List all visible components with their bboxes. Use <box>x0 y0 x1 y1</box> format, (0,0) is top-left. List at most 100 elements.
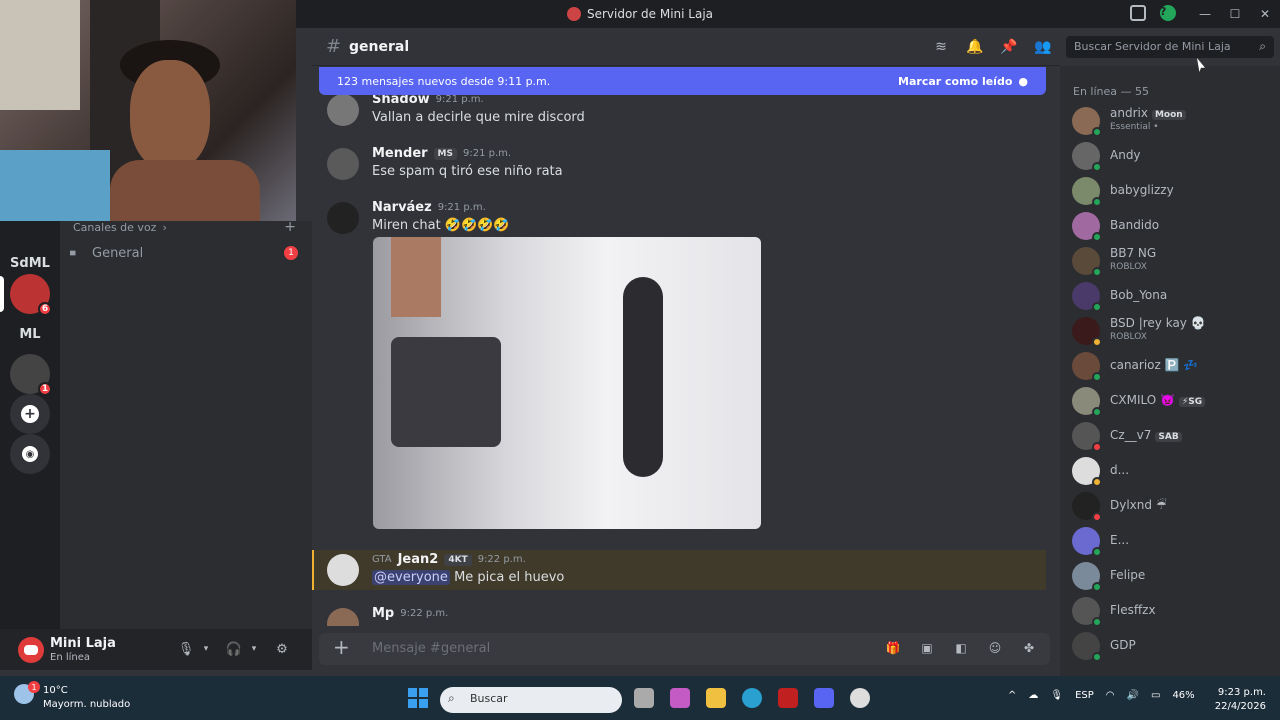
weather-badge: 1 <box>28 681 40 693</box>
bell-icon[interactable]: 🔔 <box>966 38 984 56</box>
message-author[interactable]: GTA Jean2 4KT 9:22 p.m. <box>372 552 526 567</box>
member-item[interactable]: BB7 NG ROBLOX <box>1072 245 1272 279</box>
gift-icon[interactable]: 🎁 <box>884 639 902 657</box>
headphones-icon[interactable]: 🎧 <box>226 641 242 657</box>
server-voice[interactable]: 1 <box>10 354 52 396</box>
status-dot <box>1092 197 1102 207</box>
help-icon[interactable]: ? <box>1160 5 1176 21</box>
message-author[interactable]: Narváez 9:21 p.m. <box>372 200 486 215</box>
start-button[interactable] <box>408 688 428 708</box>
avatar[interactable] <box>327 608 359 626</box>
role-tag: 4KT <box>444 553 472 566</box>
battery-icon[interactable]: ▭ <box>1151 690 1160 701</box>
taskbar-search[interactable]: ⌕ Buscar <box>440 687 622 713</box>
volume-icon[interactable]: 🔊 <box>1127 690 1139 701</box>
channel-list: Canales de voz › + General 1 <box>60 219 312 629</box>
server-list: SdML 6 ML 1 + ◉ <box>0 221 60 629</box>
emoji-icon[interactable]: ☺ <box>986 639 1004 657</box>
edge-icon[interactable] <box>742 688 762 708</box>
hash-icon: # <box>326 36 342 57</box>
role-tag: MS <box>433 147 457 160</box>
message-author[interactable]: Mender MS 9:21 p.m. <box>372 146 511 161</box>
avatar[interactable] <box>327 148 359 180</box>
avatar[interactable] <box>327 202 359 234</box>
status-dot <box>1092 547 1102 557</box>
status-dot <box>1092 582 1102 592</box>
member-item[interactable]: d... <box>1072 455 1272 489</box>
member-item[interactable]: CXMILO 👿 ⚡SG <box>1072 385 1272 419</box>
member-item[interactable]: GDP <box>1072 630 1272 664</box>
add-attachment-icon[interactable]: + <box>333 637 353 658</box>
message-time: 9:22 p.m. <box>477 554 526 565</box>
language[interactable]: ESP <box>1075 690 1094 701</box>
member-item[interactable]: Flesffzx <box>1072 595 1272 629</box>
message-image[interactable] <box>373 237 761 529</box>
pin-icon[interactable]: 📌 <box>1000 38 1018 56</box>
members-icon[interactable]: 👥 <box>1034 38 1052 56</box>
message-input[interactable]: + Mensaje #general 🎁 ▣ ◧ ☺ ✤ <box>319 633 1050 665</box>
gif-icon[interactable]: ▣ <box>918 639 936 657</box>
member-item[interactable]: Bandido <box>1072 210 1272 244</box>
discord-icon[interactable] <box>814 688 834 708</box>
sticker-icon[interactable]: ◧ <box>952 639 970 657</box>
unread-badge: 1 <box>284 246 298 260</box>
chrome-icon[interactable] <box>850 688 870 708</box>
wifi-icon[interactable]: ◠ <box>1106 690 1115 701</box>
window-controls: — ☐ ✕ <box>1190 0 1280 28</box>
message-body: Me pica el huevo <box>454 570 565 585</box>
author-name: Mender <box>372 146 428 161</box>
message-time: 9:21 p.m. <box>437 202 486 213</box>
member-item[interactable]: Dylxnd ☔ <box>1072 490 1272 524</box>
message-text: Vallan a decirle que mire discord <box>372 110 585 125</box>
add-server-button[interactable]: + <box>10 394 50 434</box>
message-author[interactable]: Mp 9:22 p.m. <box>372 606 448 621</box>
selected-server-pill <box>0 276 4 312</box>
microphone-icon[interactable]: 🎙 <box>1050 690 1063 701</box>
clock[interactable]: 9:23 p.m. 22/4/2026 <box>1215 686 1266 714</box>
chevron-up-icon[interactable]: ^ <box>1008 690 1016 701</box>
member-item[interactable]: Cz__v7 SAB <box>1072 420 1272 454</box>
add-channel-icon[interactable]: + <box>284 219 296 235</box>
server-mini-laja[interactable]: 6 <box>10 274 52 316</box>
task-view-icon[interactable] <box>634 688 654 708</box>
minimize-icon[interactable]: — <box>1190 0 1220 28</box>
gear-icon[interactable]: ⚙ <box>274 641 290 657</box>
copilot-icon[interactable] <box>670 688 690 708</box>
apps-icon[interactable]: ✤ <box>1020 639 1038 657</box>
chevron-down-icon[interactable]: ▾ <box>198 641 214 657</box>
file-explorer-icon[interactable] <box>706 688 726 708</box>
member-item[interactable]: babyglizzy <box>1072 175 1272 209</box>
avatar[interactable] <box>327 554 359 586</box>
member-item[interactable]: Felipe <box>1072 560 1272 594</box>
explore-button[interactable]: ◉ <box>10 434 50 474</box>
member-name-text: CXMILO 👿 <box>1110 393 1175 407</box>
maximize-icon[interactable]: ☐ <box>1220 0 1250 28</box>
cloud-icon[interactable]: ☁ <box>1028 690 1038 701</box>
member-item[interactable]: Bob_Yona <box>1072 280 1272 314</box>
member-item[interactable]: andrix Moon Essential • <box>1072 105 1272 139</box>
mark-as-read-button[interactable]: Marcar como leído ● <box>898 75 1028 88</box>
member-item[interactable]: Andy <box>1072 140 1272 174</box>
new-messages-bar[interactable]: 123 mensajes nuevos desde 9:11 p.m. Marc… <box>319 67 1046 95</box>
message-text: Miren chat 🤣🤣🤣🤣 <box>372 218 510 233</box>
mcafee-icon[interactable] <box>778 688 798 708</box>
channel-category[interactable]: Canales de voz › <box>73 221 167 234</box>
mention-everyone[interactable]: @everyone <box>372 570 450 585</box>
member-item[interactable]: BSD |rey kay 💀 ROBLOX <box>1072 315 1272 349</box>
member-item[interactable]: E... <box>1072 525 1272 559</box>
server-label: SdML <box>10 255 50 271</box>
member-name: andrix Moon <box>1110 106 1186 120</box>
avatar[interactable] <box>327 94 359 126</box>
search-input[interactable]: Buscar Servidor de Mini Laja ⌕ <box>1066 36 1274 58</box>
member-item[interactable]: canarioz 🅿️ 💤 <box>1072 350 1272 384</box>
chevron-down-icon[interactable]: ▾ <box>246 641 262 657</box>
close-icon[interactable]: ✕ <box>1250 0 1280 28</box>
member-activity: Essential • <box>1110 122 1159 132</box>
server-ml[interactable]: ML <box>10 314 50 354</box>
threads-icon[interactable]: ≋ <box>932 38 950 56</box>
member-activity: ROBLOX <box>1110 262 1147 272</box>
avatar[interactable] <box>18 637 44 663</box>
inbox-icon[interactable] <box>1130 5 1146 21</box>
microphone-icon[interactable]: 🎙 <box>178 641 195 657</box>
voice-channel-general[interactable]: General 1 <box>70 242 302 264</box>
